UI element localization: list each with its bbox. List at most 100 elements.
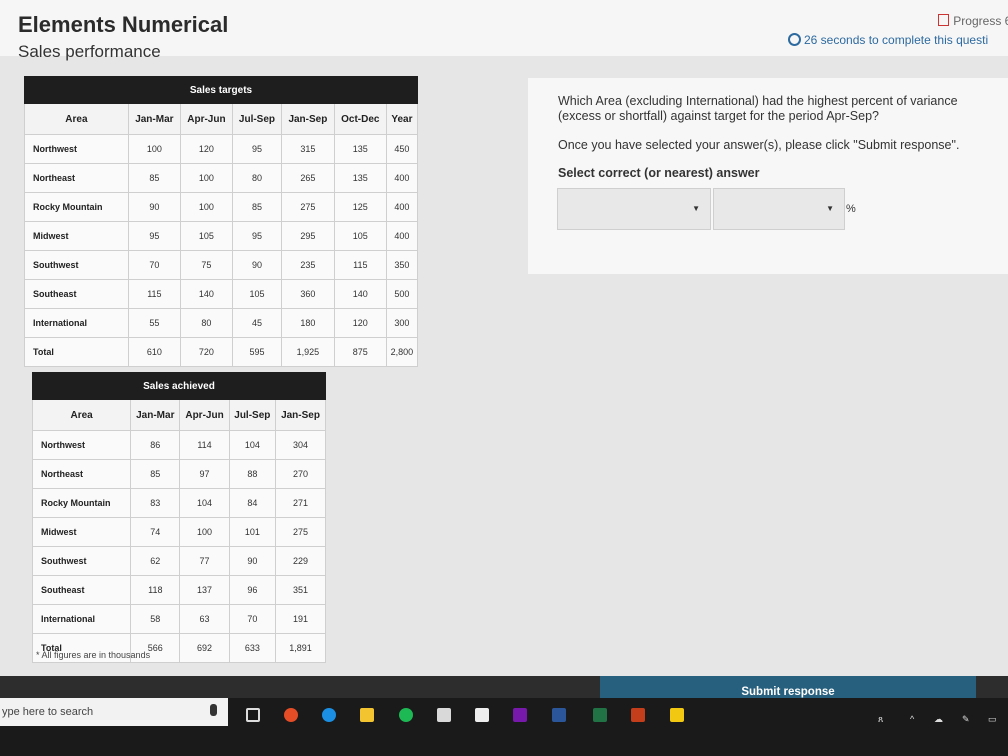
- sales-targets-table: Sales targets Area Jan-Mar Apr-Jun Jul-Sep J…: [24, 76, 419, 367]
- table-row: International 55 80 45 180 120 300: [24, 308, 419, 338]
- table-cell: 500: [385, 279, 419, 309]
- select-label: Select correct (or nearest) answer: [558, 166, 760, 180]
- chevron-down-icon: ▼: [826, 204, 834, 213]
- table-row: Total 610 720 595 1,925 875 2,800: [24, 337, 419, 367]
- table-cell: 350: [385, 250, 419, 280]
- table-cell: 120: [333, 308, 387, 338]
- table-cell: 85: [231, 192, 283, 222]
- table-cell: 1,925: [281, 337, 335, 367]
- row-area-label: Southeast: [24, 279, 129, 309]
- edge-icon[interactable]: [322, 708, 336, 722]
- row-area-label: Northwest: [31, 430, 132, 460]
- pen-icon[interactable]: ✎: [962, 714, 970, 725]
- sticky-notes-icon[interactable]: [670, 708, 684, 722]
- onenote-icon[interactable]: [513, 708, 527, 722]
- table-row: Southwest 70 75 90 235 115 350: [24, 250, 419, 280]
- table-row: Southeast 118 137 96 351: [31, 575, 326, 605]
- table-cell: 100: [179, 192, 233, 222]
- sales-achieved-table: Sales achieved Area Jan-Mar Apr-Jun Jul-Sep…: [31, 372, 326, 663]
- table-cell: 275: [281, 192, 335, 222]
- table-cell: 84: [228, 488, 277, 518]
- table-cell: 400: [385, 163, 419, 193]
- column-header: Jan-Sep: [275, 399, 326, 431]
- task-view-icon[interactable]: [246, 708, 260, 722]
- cloud-icon[interactable]: ☁: [934, 714, 943, 725]
- microphone-icon[interactable]: [210, 704, 217, 716]
- stopwatch-icon: [788, 33, 801, 46]
- column-header: Jan-Mar: [127, 103, 181, 135]
- table-cell: 97: [179, 459, 230, 489]
- table-cell: 45: [231, 308, 283, 338]
- table-cell: 692: [179, 633, 230, 663]
- table-cell: 105: [179, 221, 233, 251]
- table-cell: 95: [231, 221, 283, 251]
- row-area-label: Rocky Mountain: [31, 488, 132, 518]
- table-row: Northwest 86 114 104 304: [31, 430, 326, 460]
- table-cell: 610: [127, 337, 181, 367]
- table-cell: 90: [228, 546, 277, 576]
- table-cell: 400: [385, 221, 419, 251]
- table-row: Southwest 62 77 90 229: [31, 546, 326, 576]
- spotify-icon[interactable]: [399, 708, 413, 722]
- notification-icon[interactable]: ▭: [988, 714, 997, 725]
- table-cell: 115: [333, 250, 387, 280]
- table-cell: 1,891: [275, 633, 326, 663]
- table-cell: 270: [275, 459, 326, 489]
- table-cell: 80: [179, 308, 233, 338]
- table-cell: 118: [130, 575, 181, 605]
- table-cell: 85: [127, 163, 181, 193]
- question-instruction: Once you have selected your answer(s), p…: [558, 138, 960, 152]
- table-cell: 114: [179, 430, 230, 460]
- table-caption: Sales targets: [24, 76, 418, 104]
- chevron-up-icon[interactable]: ^: [910, 714, 914, 724]
- taskbar-search-input[interactable]: ype here to search: [0, 698, 228, 726]
- table-row: Rocky Mountain 83 104 84 271: [31, 488, 326, 518]
- table-cell: 875: [333, 337, 387, 367]
- table-cell: 304: [275, 430, 326, 460]
- store-icon[interactable]: [437, 708, 451, 722]
- table-cell: 86: [130, 430, 181, 460]
- column-header: Jan-Sep: [281, 103, 335, 135]
- file-explorer-icon[interactable]: [360, 708, 374, 722]
- row-area-label: Southwest: [24, 250, 129, 280]
- table-cell: 96: [228, 575, 277, 605]
- word-icon[interactable]: [552, 708, 566, 722]
- page-title: Elements Numerical: [18, 12, 229, 37]
- table-cell: 595: [231, 337, 283, 367]
- table-cell: 104: [179, 488, 230, 518]
- table-cell: 315: [281, 134, 335, 164]
- area-dropdown[interactable]: ▼: [557, 188, 711, 230]
- column-header: Jul-Sep: [228, 399, 277, 431]
- percent-dropdown[interactable]: ▼: [713, 188, 845, 230]
- table-row: Northeast 85 97 88 270: [31, 459, 326, 489]
- page-subtitle: Sales performance: [18, 42, 161, 61]
- table-cell: 300: [385, 308, 419, 338]
- table-cell: 100: [179, 517, 230, 547]
- row-area-label: Rocky Mountain: [24, 192, 129, 222]
- row-area-label: Midwest: [31, 517, 132, 547]
- progress-indicator: Progress 6 /: [938, 14, 1008, 28]
- column-header: Apr-Jun: [179, 103, 233, 135]
- table-cell: 265: [281, 163, 335, 193]
- table-cell: 137: [179, 575, 230, 605]
- chrome-icon[interactable]: [284, 708, 298, 722]
- people-icon[interactable]: ጸ: [878, 714, 883, 725]
- table-cell: 235: [281, 250, 335, 280]
- excel-icon[interactable]: [593, 708, 607, 722]
- table-cell: 140: [333, 279, 387, 309]
- table-cell: 100: [179, 163, 233, 193]
- column-header: Jan-Mar: [130, 399, 181, 431]
- table-cell: 90: [231, 250, 283, 280]
- table-cell: 105: [333, 221, 387, 251]
- table-cell: 450: [385, 134, 419, 164]
- question-text: Which Area (excluding International) had…: [558, 94, 958, 123]
- table-cell: 633: [228, 633, 277, 663]
- table-row: Midwest 74 100 101 275: [31, 517, 326, 547]
- powerpoint-icon[interactable]: [631, 708, 645, 722]
- table-cell: 120: [179, 134, 233, 164]
- table-cell: 58: [130, 604, 181, 634]
- row-area-label: Northeast: [31, 459, 132, 489]
- column-header: Year: [385, 103, 419, 135]
- mail-icon[interactable]: [475, 708, 489, 722]
- table-cell: 88: [228, 459, 277, 489]
